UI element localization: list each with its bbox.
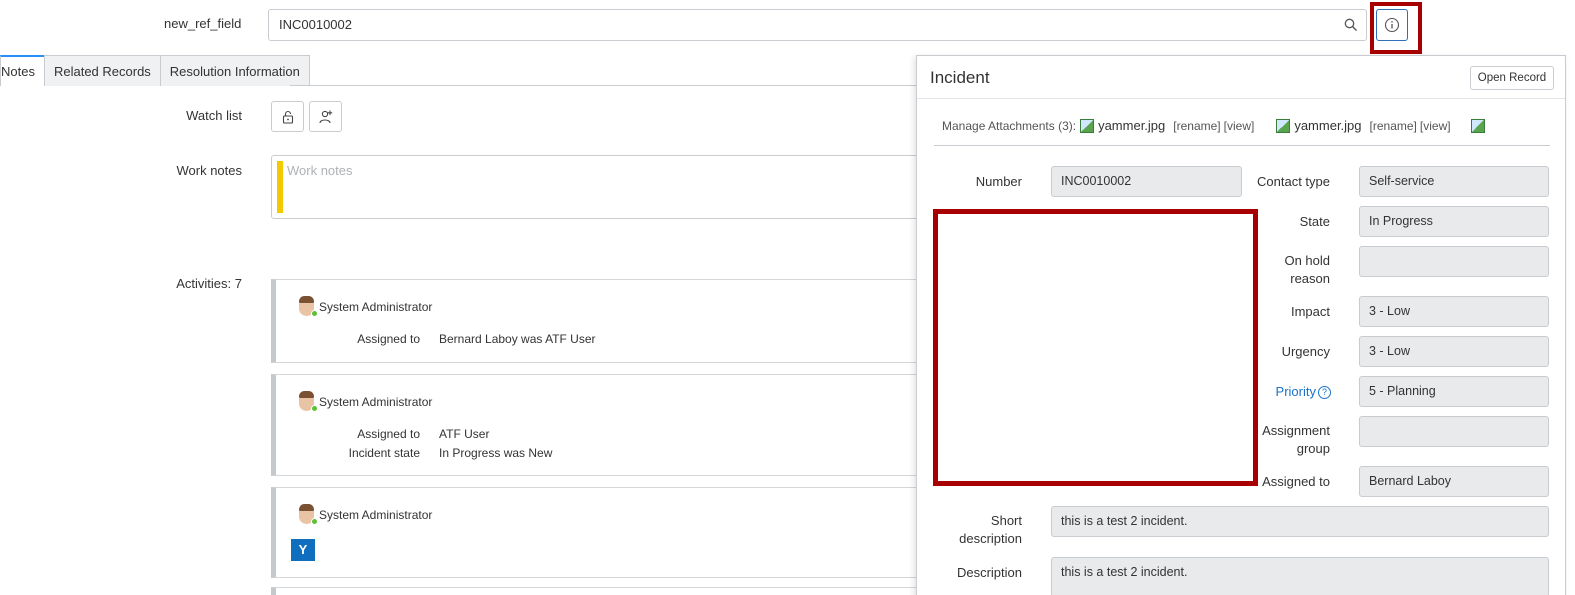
contact-type-field: Self-service [1359,166,1549,197]
ref-field-label: new_ref_field [164,16,242,31]
activity-card: System Administrator Assigned to ATF Use… [271,374,931,476]
ref-field-input[interactable]: INC0010002 [268,9,1336,41]
short-description-label: Short description [937,512,1022,548]
assignment-group-label: Assignment group [1247,422,1330,458]
work-notes-placeholder: Work notes [287,163,353,178]
urgency-label: Urgency [1281,344,1330,359]
number-field: INC0010002 [1051,166,1242,197]
redaction-highlight-box [933,209,1258,486]
activity-field-value: Bernard Laboy was ATF User [439,332,596,346]
priority-label: Priority? [1247,383,1331,401]
attachments-divider [934,145,1550,146]
tab-divider [290,85,920,86]
tab-bar: Notes Related Records Resolution Informa… [0,55,310,86]
tab-related-records[interactable]: Related Records [43,55,161,86]
manage-attachments-link[interactable]: Manage Attachments (3): [942,119,1076,133]
assignment-group-label-line1: Assignment [1262,423,1330,438]
on-hold-reason-field [1359,246,1549,277]
assigned-to-label: Assigned to [1262,474,1330,489]
watch-list-label: Watch list [186,108,242,123]
activity-field-name: Assigned to [357,427,420,441]
impact-label: Impact [1290,304,1330,319]
help-icon[interactable]: ? [1318,386,1331,400]
activity-field-name: Assigned to [357,332,420,346]
activity-field-value: ATF User [439,427,490,441]
attachment-view-link[interactable]: [view] [1420,119,1451,133]
add-user-icon [318,110,332,123]
info-icon [1384,17,1400,33]
attachment-view-link[interactable]: [view] [1224,119,1255,133]
image-file-icon [1080,118,1095,133]
assigned-to-field: Bernard Laboy [1359,466,1549,497]
panel-title: Incident [930,68,990,87]
number-label: Number [975,174,1022,189]
activity-field-value: In Progress was New [439,446,553,460]
work-notes-label: Work notes [176,163,242,178]
avatar [297,296,318,318]
urgency-field: 3 - Low [1359,336,1549,367]
impact-field: 3 - Low [1359,296,1549,327]
priority-label-text[interactable]: Priority [1276,384,1316,399]
description-label: Description [956,565,1022,580]
short-description-label-line1: Short [990,513,1022,528]
attachment-filename[interactable]: yammer.jpg [1294,118,1361,133]
ref-search-button[interactable] [1335,9,1367,41]
on-hold-reason-label-line2: reason [1290,271,1330,286]
avatar [297,391,318,413]
state-label: State [1299,214,1330,229]
priority-field: 5 - Planning [1359,376,1549,407]
tab-notes[interactable]: Notes [0,55,45,86]
activity-user: System Administrator [319,395,433,409]
attachment-rename-link[interactable]: [rename] [1370,119,1417,133]
activity-user: System Administrator [319,508,433,522]
work-notes-mandatory-bar [277,161,283,213]
assignment-group-field [1359,416,1549,447]
activity-field-name: Incident state [348,446,420,460]
watch-list-lock-button[interactable] [271,101,304,132]
on-hold-reason-label-line1: On hold [1284,253,1330,268]
avatar [297,504,318,526]
attachment-rename-link[interactable]: [rename] [1173,119,1220,133]
tab-resolution-information[interactable]: Resolution Information [159,55,310,86]
image-file-icon [1276,118,1291,133]
activity-card: System Administrator Assigned to Bernard… [271,279,931,363]
watch-list-add-me-button[interactable] [309,101,342,132]
activities-label: Activities: 7 [176,276,242,291]
image-file-icon[interactable] [1470,118,1485,133]
panel-header-divider [917,98,1565,99]
yammer-attachment-icon[interactable]: Y [291,539,315,561]
assignment-group-label-line2: group [1296,441,1330,456]
activity-card [271,587,931,595]
search-icon [1344,18,1357,31]
ref-info-button[interactable] [1376,9,1408,41]
work-notes-field[interactable]: Work notes [271,155,931,219]
unlock-icon [282,110,293,124]
attachment-filename[interactable]: yammer.jpg [1098,118,1165,133]
state-field: In Progress [1359,206,1549,237]
short-description-label-line2: description [959,531,1022,546]
short-description-field: this is a test 2 incident. [1051,506,1549,537]
activity-user: System Administrator [319,300,433,314]
attachments-row: Manage Attachments (3): yammer.jpg [rena… [942,118,1485,133]
open-record-button[interactable]: Open Record [1470,66,1554,90]
activity-card: System Administrator Y [271,487,931,578]
contact-type-label: Contact type [1257,174,1330,189]
description-field: this is a test 2 incident. [1051,557,1549,595]
on-hold-reason-label: On hold reason [1247,252,1330,288]
